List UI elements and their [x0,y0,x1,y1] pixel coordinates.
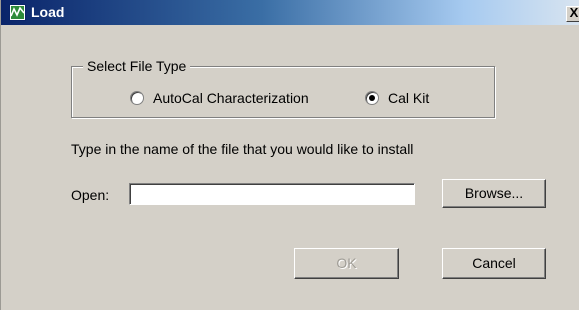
radio-cal-kit-label: Cal Kit [388,90,430,106]
load-dialog: Load X Select File Type AutoCal Characte… [0,0,579,310]
title-bar[interactable]: Load X [1,0,579,25]
close-icon[interactable]: X [566,6,579,22]
radio-autocal-button[interactable] [130,91,144,105]
file-type-legend: Select File Type [83,57,191,75]
radio-option-autocal[interactable]: AutoCal Characterization [130,90,309,106]
open-file-input[interactable] [129,183,415,205]
instruction-text: Type in the name of the file that you wo… [71,141,414,157]
cancel-button[interactable]: Cancel [442,248,546,279]
browse-button[interactable]: Browse... [442,179,546,208]
chart-wave-icon [9,4,26,21]
radio-option-cal-kit[interactable]: Cal Kit [365,90,429,106]
ok-button[interactable]: OK [294,248,399,279]
window-title: Load [31,4,65,20]
radio-cal-kit-button[interactable] [365,91,379,105]
radio-autocal-label: AutoCal Characterization [153,90,309,106]
open-label: Open: [71,187,110,203]
